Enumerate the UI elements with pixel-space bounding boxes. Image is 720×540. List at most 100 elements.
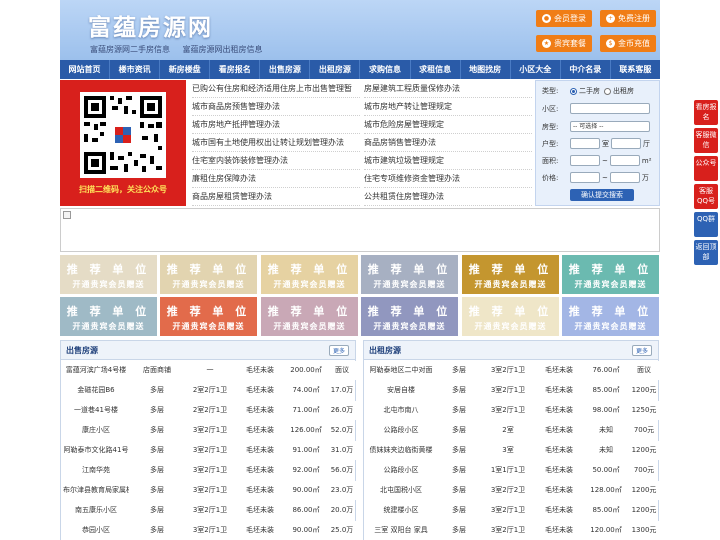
nav-new-homes[interactable]: 新房楼盘 (160, 60, 211, 79)
subtitle-sale-link[interactable]: 富蕴房源网二手房信息 (90, 45, 170, 54)
area-min-input[interactable] (570, 155, 600, 166)
policy-link[interactable]: 城市房地产抵押管理办法 (192, 116, 360, 134)
policy-link[interactable]: 城市国有土地使用权出让转让规划管理办法 (192, 134, 360, 152)
listing-name[interactable]: 富蕴河滨广场4号楼 (63, 361, 129, 380)
listing-name[interactable]: 北屯市南八 (366, 401, 436, 420)
nav-sale[interactable]: 出售房源 (260, 60, 311, 79)
policy-link[interactable]: 城市危险房屋管理规定 (364, 116, 532, 134)
listing-name[interactable]: 一道巷41号楼 (63, 401, 129, 420)
side-back-to-top[interactable]: 返回顶部 (694, 240, 718, 265)
table-row[interactable]: 金磁花园B6 多层 2室2厅1卫 毛坯未装 74.00㎡ 17.0万 (61, 381, 357, 400)
radio-secondhand[interactable] (570, 87, 577, 95)
table-row[interactable]: 一道巷41号楼 多层 2室2厅1卫 毛坯未装 71.00㎡ 26.0万 (61, 401, 357, 420)
recharge-button[interactable]: $ 金币充值 (600, 35, 656, 52)
table-row[interactable]: 南五康乐小区 多层 3室2厅1卫 毛坯未装 86.00㎡ 20.0万 (61, 501, 357, 520)
table-row[interactable]: 布尔津县教育局家属楼 多层 3室2厅1卫 毛坯未装 90.00㎡ 23.0万 (61, 481, 357, 500)
nav-rent[interactable]: 出租房源 (310, 60, 361, 79)
side-qq[interactable]: 客服QQ号 (694, 184, 718, 209)
table-row[interactable]: 北屯国税小区 多层 3室2厅2卫 毛坯未装 128.00㎡ 1200元 (364, 481, 660, 500)
side-wechat[interactable]: 客服微信 (694, 128, 718, 153)
vip-package-button[interactable]: ★ 贵宾套餐 (536, 35, 592, 52)
nav-agents[interactable]: 中介名录 (561, 60, 611, 79)
ad-slot[interactable]: 推 荐 单 位开通贵宾会员赠送 (361, 297, 458, 336)
ad-slot[interactable]: 推 荐 单 位开通贵宾会员赠送 (462, 255, 559, 294)
ad-slot[interactable]: 推 荐 单 位开通贵宾会员赠送 (261, 297, 358, 336)
nav-viewing-signup[interactable]: 看房报名 (210, 60, 261, 79)
table-row[interactable]: 恭园小区 多层 3室2厅1卫 毛坯未装 90.00㎡ 25.0万 (61, 521, 357, 540)
subtitle-rent-link[interactable]: 富蕴房源网出租房信息 (183, 45, 263, 54)
ad-slot[interactable]: 推 荐 单 位开通贵宾会员赠送 (462, 297, 559, 336)
listing-name[interactable]: 恭园小区 (63, 521, 129, 540)
policy-link[interactable]: 房屋建筑工程质量保修办法 (364, 80, 532, 98)
room-select[interactable] (570, 138, 600, 149)
housetype-select[interactable]: -- 可选择 -- (570, 121, 650, 132)
policy-link[interactable]: 商品房屋租赁管理办法 (192, 188, 360, 206)
price-max-input[interactable] (609, 172, 640, 183)
table-row[interactable]: 债妹妹夹边临街黄楼 多层 3室 毛坯未装 未知 1200元 (364, 441, 660, 460)
policy-link[interactable]: 公共租赁住房管理办法 (364, 188, 532, 206)
price-min-input[interactable] (570, 172, 600, 183)
listing-name[interactable]: 江南华苑 (63, 461, 129, 480)
table-row[interactable]: 阿勒泰市文化路41号 多层 3室2厅1卫 毛坯未装 91.00㎡ 31.0万 (61, 441, 357, 460)
area-max-input[interactable] (609, 155, 640, 166)
table-row[interactable]: 江南华苑 多层 3室2厅1卫 毛坯未装 92.00㎡ 56.0万 (61, 461, 357, 480)
sale-more-button[interactable]: 更多 (328, 345, 349, 356)
listing-name[interactable]: 公路段小区 (366, 461, 436, 480)
nav-communities[interactable]: 小区大全 (511, 60, 561, 79)
nav-buy-request[interactable]: 求购信息 (360, 60, 411, 79)
rent-more-button[interactable]: 更多 (631, 345, 652, 356)
listing-name[interactable]: 南五康乐小区 (63, 501, 129, 520)
table-row[interactable]: 三室 双阳台 家具 多层 3室2厅1卫 毛坯未装 120.00㎡ 1300元 (364, 521, 660, 540)
nav-map[interactable]: 地图找房 (461, 60, 511, 79)
banner-ad[interactable] (60, 208, 660, 252)
side-qq-group[interactable]: QQ群 (694, 212, 718, 237)
table-row[interactable]: 公路段小区 多层 2室 毛坯未装 未知 700元 (364, 421, 660, 440)
side-viewing-signup[interactable]: 看房报名 (694, 100, 718, 125)
ad-slot[interactable]: 推 荐 单 位开通贵宾会员赠送 (562, 255, 659, 294)
ad-slot[interactable]: 推 荐 单 位开通贵宾会员赠送 (160, 255, 257, 294)
register-button[interactable]: + 免费注册 (600, 10, 656, 27)
nav-support[interactable]: 联系客服 (611, 60, 660, 79)
policy-link[interactable]: 城市商品房预售管理办法 (192, 98, 360, 116)
policy-link[interactable]: 城市房地产转让管理规定 (364, 98, 532, 116)
ad-slot[interactable]: 推 荐 单 位开通贵宾会员赠送 (261, 255, 358, 294)
nav-news[interactable]: 楼市资讯 (110, 60, 161, 79)
table-row[interactable]: 安居自楼 多层 3室2厅1卫 毛坯未装 85.00㎡ 1200元 (364, 381, 660, 400)
login-button[interactable]: ● 会员登录 (536, 10, 592, 27)
ad-slot[interactable]: 推 荐 单 位开通贵宾会员赠送 (361, 255, 458, 294)
ad-slot[interactable]: 推 荐 单 位开通贵宾会员赠送 (160, 297, 257, 336)
table-row[interactable]: 北屯市南八 多层 3室2厅1卫 毛坯未装 98.00㎡ 1250元 (364, 401, 660, 420)
listing-name[interactable]: 布尔津县教育局家属楼 (63, 481, 129, 500)
hall-select[interactable] (611, 138, 641, 149)
radio-rental[interactable] (604, 87, 611, 95)
policy-link[interactable]: 住宅室内装饰装修管理办法 (192, 152, 360, 170)
listing-name[interactable]: 统建楼小区 (366, 501, 436, 520)
search-submit-button[interactable]: 确认提交搜索 (570, 189, 634, 201)
ad-slot[interactable]: 推 荐 单 位开通贵宾会员赠送 (60, 297, 157, 336)
policy-link[interactable]: 住宅专项维修资金管理办法 (364, 170, 532, 188)
listing-name[interactable]: 安居自楼 (366, 381, 436, 400)
listing-name[interactable]: 阿勒泰市文化路41号 (63, 441, 129, 460)
nav-home[interactable]: 网站首页 (60, 60, 111, 79)
listing-name[interactable]: 公路段小区 (366, 421, 436, 440)
listing-name[interactable]: 金磁花园B6 (63, 381, 129, 400)
listing-name[interactable]: 三室 双阳台 家具 (366, 521, 436, 540)
listing-name[interactable]: 北屯国税小区 (366, 481, 436, 500)
listing-name[interactable]: 阿勒泰地区二中对面 (366, 361, 436, 380)
table-row[interactable]: 公路段小区 多层 1室1厅1卫 毛坯未装 50.00㎡ 700元 (364, 461, 660, 480)
ad-slot[interactable]: 推 荐 单 位开通贵宾会员赠送 (60, 255, 157, 294)
policy-link[interactable]: 已购公有住房和经济适用住房上市出售管理暂 (192, 80, 360, 98)
table-row[interactable]: 阿勒泰地区二中对面 多层 3室2厅1卫 毛坯未装 76.00㎡ 面议 (364, 361, 660, 380)
table-row[interactable]: 统建楼小区 多层 3室2厅1卫 毛坯未装 85.00㎡ 1200元 (364, 501, 660, 520)
table-row[interactable]: 富蕴河滨广场4号楼 店面商铺 一 毛坯未装 200.00㎡ 面议 (61, 361, 357, 380)
community-input[interactable] (570, 103, 650, 114)
table-row[interactable]: 康庄小区 多层 3室2厅1卫 毛坯未装 126.00㎡ 52.0万 (61, 421, 357, 440)
side-official-account[interactable]: 公众号 (694, 156, 718, 181)
ad-slot[interactable]: 推 荐 单 位开通贵宾会员赠送 (562, 297, 659, 336)
site-logo[interactable]: 富蕴房源网 (88, 8, 213, 42)
policy-link[interactable]: 商品房销售管理办法 (364, 134, 532, 152)
listing-name[interactable]: 债妹妹夹边临街黄楼 (366, 441, 436, 460)
policy-link[interactable]: 城市建筑垃圾管理规定 (364, 152, 532, 170)
policy-link[interactable]: 廉租住房保障办法 (192, 170, 360, 188)
listing-name[interactable]: 康庄小区 (63, 421, 129, 440)
